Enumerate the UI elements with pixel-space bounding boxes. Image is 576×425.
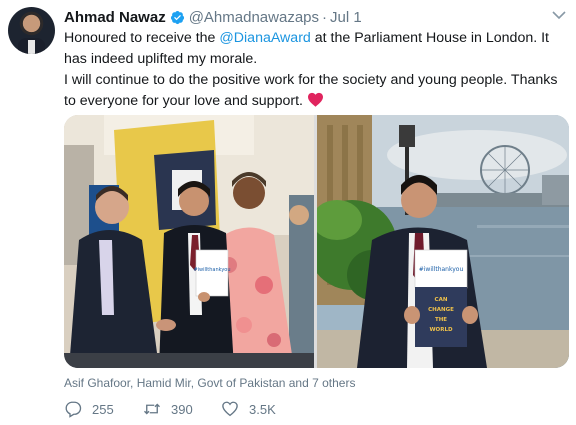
retweet-button[interactable]: 390 [143, 400, 221, 418]
tweet-actions: 255 390 3.5K [64, 400, 301, 418]
tweet-date[interactable]: Jul 1 [330, 9, 362, 26]
author-handle[interactable]: @Ahmadnawazaps [189, 9, 319, 26]
book-title-line: CHANGE [428, 307, 454, 313]
header-separator: · [322, 8, 328, 26]
certificate-text: #iwillthankyou [193, 267, 230, 273]
heart-outline-icon [222, 401, 238, 417]
retweet-icon [144, 403, 160, 415]
tagged-users[interactable]: Asif Ghafoor, Hamid Mir, Govt of Pakista… [64, 376, 355, 390]
reply-button[interactable]: 255 [64, 400, 143, 418]
tweet-header: Ahmad Nawaz @Ahmadnawazaps · Jul 1 [64, 8, 362, 26]
photo-award-group[interactable]: #iwillthankyou [64, 115, 314, 368]
tweet-text-paragraph-2: I will continue to do the positive work … [64, 70, 568, 112]
mention-link[interactable]: @DianaAward [219, 30, 310, 46]
reply-count: 255 [92, 401, 114, 417]
like-button[interactable]: 3.5K [221, 400, 301, 418]
author-avatar[interactable] [8, 7, 55, 54]
reply-icon [65, 401, 82, 418]
tweet-text-part: Honoured to receive the [64, 30, 220, 46]
certificate-text: #iwillthankyou [419, 266, 464, 273]
photo-london-eye[interactable]: #iwillthankyou CAN CHANGE THE WORLD [317, 115, 569, 368]
tweet[interactable]: Ahmad Nawaz @Ahmadnawazaps · Jul 1 Honou… [0, 0, 576, 425]
chevron-down-icon[interactable] [552, 10, 566, 20]
book-title-line: CAN [435, 297, 448, 303]
avatar-shirt [28, 40, 35, 54]
red-heart-icon [307, 92, 323, 107]
tweet-media: #iwillthankyou #iwillthankyou CAN CHANGE… [64, 115, 569, 368]
book-title-line: WORLD [429, 327, 452, 333]
retweet-count: 390 [171, 401, 193, 417]
tweet-text: Honoured to receive the @DianaAward at t… [64, 28, 568, 112]
book-title-line: THE [435, 317, 447, 323]
author-name[interactable]: Ahmad Nawaz [64, 9, 166, 26]
tweet-text-paragraph-1: Honoured to receive the @DianaAward at t… [64, 28, 568, 70]
verified-badge-icon [170, 10, 184, 24]
like-count: 3.5K [249, 401, 276, 417]
